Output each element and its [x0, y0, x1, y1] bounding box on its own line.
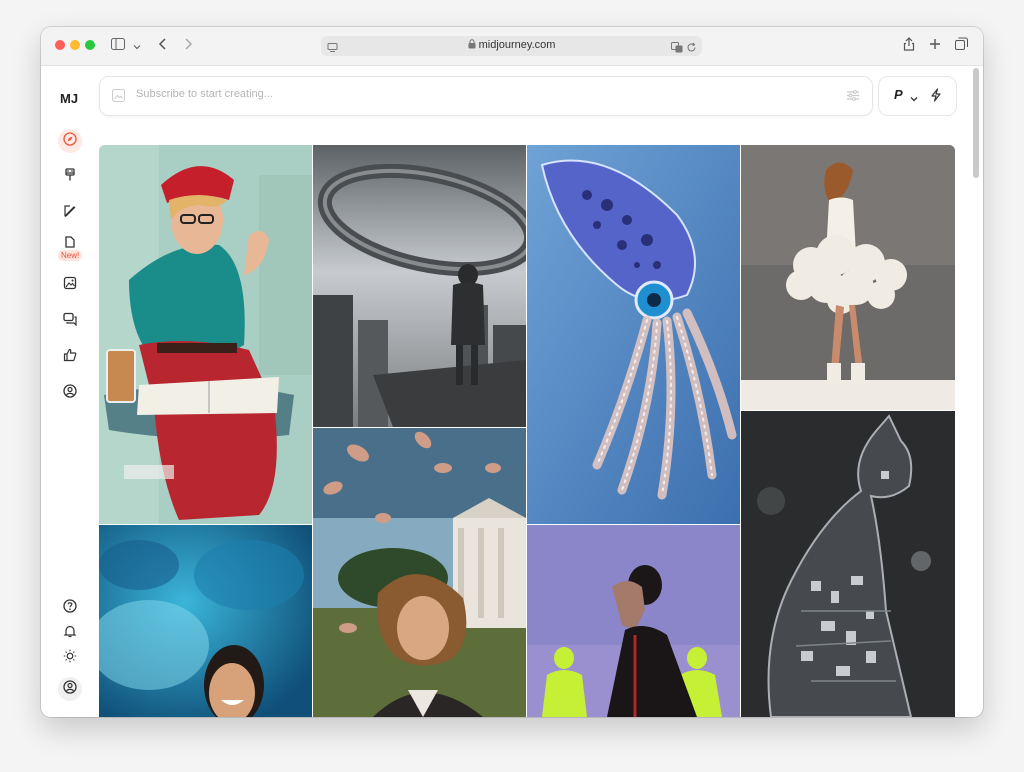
- sidebar-item-organize[interactable]: [58, 273, 82, 297]
- share-icon[interactable]: [903, 37, 915, 54]
- giant-ring-city-image[interactable]: [313, 145, 526, 427]
- lock-icon: [468, 39, 479, 51]
- image-gallery: [99, 145, 955, 717]
- woman-red-beret-painting-image[interactable]: [99, 145, 312, 524]
- tabs-overview-icon[interactable]: [955, 37, 968, 53]
- back-icon[interactable]: [158, 37, 168, 54]
- sidebar-item-explore[interactable]: [58, 129, 82, 153]
- sidebar-item-create[interactable]: [58, 165, 82, 189]
- lightning-icon[interactable]: [930, 88, 942, 107]
- mode-controls: P: [878, 76, 957, 116]
- sun-icon: [63, 649, 77, 668]
- help-button[interactable]: [58, 596, 82, 620]
- sidebar: MJ New!: [41, 66, 99, 717]
- prompt-bar[interactable]: [99, 76, 873, 116]
- midjourney-logo[interactable]: MJ: [60, 91, 78, 106]
- brush-icon: [63, 167, 77, 187]
- cosmic-dust-woman-image[interactable]: [99, 525, 312, 717]
- forward-icon[interactable]: [183, 37, 193, 54]
- silhouette-woman-image[interactable]: [527, 525, 740, 717]
- minimize-window-button[interactable]: [70, 40, 80, 50]
- address-bar[interactable]: midjourney.com: [321, 36, 702, 56]
- bell-icon: [63, 624, 77, 643]
- profile-icon: [63, 383, 77, 403]
- chevron-down-icon[interactable]: [910, 90, 918, 108]
- sidebar-item-chat[interactable]: [58, 309, 82, 333]
- browser-titlebar: midjourney.com: [41, 27, 983, 66]
- sidebar-item-tasks[interactable]: [58, 345, 82, 369]
- settings-sliders-icon[interactable]: [846, 89, 860, 107]
- woman-flower-dress-image[interactable]: [741, 145, 955, 410]
- fullscreen-window-button[interactable]: [85, 40, 95, 50]
- url-text: midjourney.com: [478, 39, 556, 51]
- sidebar-item-profile[interactable]: [58, 381, 82, 405]
- translate-icon[interactable]: [671, 40, 683, 58]
- pencil-icon: [63, 204, 77, 223]
- prompt-input[interactable]: [134, 87, 818, 101]
- account-button[interactable]: [58, 677, 82, 701]
- new-tab-icon[interactable]: [929, 37, 941, 53]
- theme-button[interactable]: [58, 646, 82, 670]
- help-icon: [63, 598, 77, 618]
- image-icon: [63, 276, 77, 295]
- glass-cat-robot-image[interactable]: [741, 411, 955, 717]
- notifications-button[interactable]: [58, 621, 82, 645]
- glass-squid-image[interactable]: [527, 145, 740, 524]
- thumbs-up-icon: [63, 348, 77, 367]
- reload-icon[interactable]: [686, 40, 697, 58]
- browser-window: midjourney.com MJ New! Subscribe to star…: [41, 27, 983, 717]
- personalize-toggle[interactable]: P: [894, 87, 903, 102]
- new-badge: New!: [58, 250, 83, 261]
- page-scrollbar[interactable]: [973, 68, 979, 178]
- image-upload-icon[interactable]: [112, 89, 125, 107]
- compass-icon: [63, 131, 77, 151]
- chat-icon: [63, 312, 77, 331]
- chevron-down-icon[interactable]: [133, 38, 141, 54]
- close-window-button[interactable]: [55, 40, 65, 50]
- sidebar-item-edit[interactable]: [58, 201, 82, 225]
- curly-haired-man-image[interactable]: [313, 428, 526, 717]
- sidebar-toggle-icon[interactable]: [111, 37, 125, 53]
- url-display: midjourney.com: [321, 39, 702, 51]
- account-icon: [63, 679, 77, 699]
